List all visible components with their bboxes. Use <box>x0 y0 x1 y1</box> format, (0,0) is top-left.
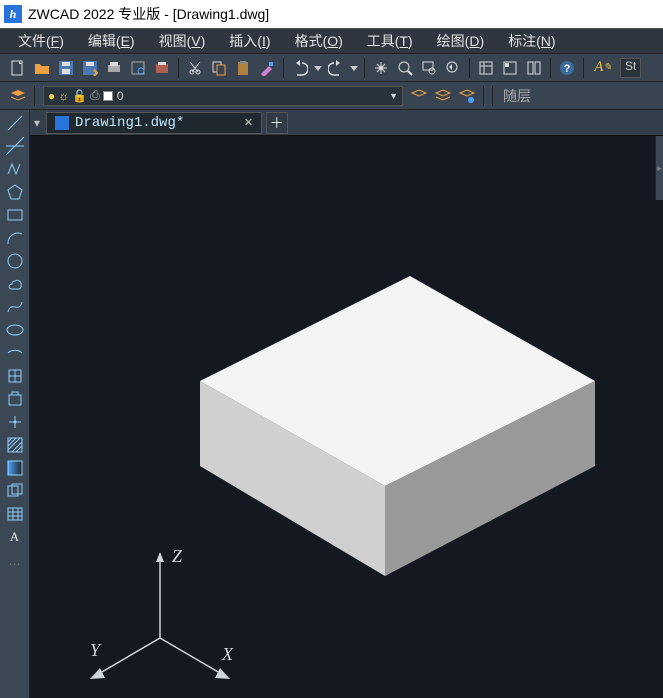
gradient-tool[interactable] <box>3 457 27 479</box>
layer-toolbar: ● ☼ 🔓 ⎙ 0 ▼ 随层 <box>0 82 663 110</box>
lightbulb-icon: ● <box>48 89 55 103</box>
menu-file[interactable]: 文件(F) <box>6 28 76 54</box>
layer-iso-button[interactable] <box>456 85 478 107</box>
menu-format[interactable]: 格式(O) <box>283 28 355 54</box>
axis-z-label: Z <box>172 548 183 566</box>
spline-tool[interactable] <box>3 296 27 318</box>
new-tab-button[interactable]: ＋ <box>266 112 288 134</box>
zoom-realtime-button[interactable] <box>394 57 416 79</box>
paste-button[interactable] <box>232 57 254 79</box>
publish-button[interactable] <box>151 57 173 79</box>
menu-bar: 文件(F) 编辑(E) 视图(V) 插入(I) 格式(O) 工具(T) 绘图(D… <box>0 28 663 54</box>
close-tab-button[interactable]: ✕ <box>244 114 252 131</box>
axis-x-label: X <box>221 644 234 664</box>
toolbar-separator <box>550 58 551 78</box>
toolbar-separator <box>364 58 365 78</box>
help-button[interactable]: ? <box>556 57 578 79</box>
window-titlebar: h ZWCAD 2022 专业版 - [Drawing1.dwg] <box>0 0 663 28</box>
bylayer-label: 随层 <box>503 86 531 106</box>
sun-icon: ☼ <box>58 89 69 103</box>
properties-button[interactable] <box>475 57 497 79</box>
design-center-button[interactable] <box>499 57 521 79</box>
ucs-axes-icon: Z X Y <box>80 548 240 688</box>
zoom-window-button[interactable] <box>418 57 440 79</box>
redo-dropdown-button[interactable] <box>349 57 359 79</box>
menu-dimension[interactable]: 标注(N) <box>496 28 567 54</box>
toolbar-separator <box>469 58 470 78</box>
document-tabbar: ▾ Drawing1.dwg* ✕ ＋ <box>30 110 663 136</box>
plot-preview-button[interactable] <box>127 57 149 79</box>
new-doc-button[interactable] <box>7 57 29 79</box>
window-title: ZWCAD 2022 专业版 - [Drawing1.dwg] <box>28 4 269 24</box>
palette-expand-handle[interactable]: ⋯ <box>3 549 27 579</box>
layer-dropdown[interactable]: ● ☼ 🔓 ⎙ 0 ▼ <box>43 86 403 106</box>
hatch-tool[interactable] <box>3 434 27 456</box>
layer-state-button[interactable] <box>432 85 454 107</box>
ellipse-tool[interactable] <box>3 319 27 341</box>
viewport-expand-handle[interactable]: ▸ <box>655 136 663 200</box>
mtext-tool[interactable]: A <box>3 526 27 548</box>
open-button[interactable] <box>31 57 53 79</box>
revcloud-tool[interactable] <box>3 273 27 295</box>
toolbar-separator <box>583 58 584 78</box>
lock-icon: 🔓 <box>72 89 87 103</box>
app-logo-icon: h <box>4 5 22 23</box>
svg-text:?: ? <box>564 63 571 75</box>
save-button[interactable] <box>55 57 77 79</box>
insert-block-tool[interactable] <box>3 365 27 387</box>
menu-insert[interactable]: 插入(I) <box>217 28 282 54</box>
draw-palette: A ⋯ <box>0 110 30 698</box>
arc-tool[interactable] <box>3 227 27 249</box>
make-block-tool[interactable] <box>3 388 27 410</box>
plot-icon: ⎙ <box>90 88 100 103</box>
layer-manager-button[interactable] <box>7 85 29 107</box>
pan-button[interactable] <box>370 57 392 79</box>
drawing-area: ▾ Drawing1.dwg* ✕ ＋ <box>30 110 663 698</box>
zoom-prev-button[interactable] <box>442 57 464 79</box>
toolbar-separator <box>34 86 35 106</box>
menu-edit[interactable]: 编辑(E) <box>76 28 147 54</box>
menu-draw[interactable]: 绘图(D) <box>425 28 496 54</box>
point-tool[interactable] <box>3 411 27 433</box>
menu-tools[interactable]: 工具(T) <box>355 28 425 54</box>
copy-button[interactable] <box>208 57 230 79</box>
region-tool[interactable] <box>3 480 27 502</box>
dwg-file-icon <box>55 116 69 130</box>
toolbar-separator <box>483 86 484 106</box>
menu-view[interactable]: 视图(V) <box>147 28 218 54</box>
chevron-down-icon: ▼ <box>389 91 398 101</box>
polygon-tool[interactable] <box>3 181 27 203</box>
save-as-button[interactable] <box>79 57 101 79</box>
table-tool[interactable] <box>3 503 27 525</box>
circle-tool[interactable] <box>3 250 27 272</box>
cut-button[interactable] <box>184 57 206 79</box>
rectangle-tool[interactable] <box>3 204 27 226</box>
standard-toolbar: ? A✎ St <box>0 54 663 82</box>
text-style-button[interactable]: A✎ <box>589 57 617 79</box>
color-swatch <box>103 91 113 101</box>
xline-tool[interactable] <box>3 135 27 157</box>
redo-button[interactable] <box>325 57 347 79</box>
toolbar-separator <box>283 58 284 78</box>
undo-button[interactable] <box>289 57 311 79</box>
layer-previous-button[interactable] <box>408 85 430 107</box>
tab-label: Drawing1.dwg* <box>75 115 184 131</box>
ellipse-arc-tool[interactable] <box>3 342 27 364</box>
toolbar-separator <box>178 58 179 78</box>
tab-list-dropdown[interactable]: ▾ <box>34 116 40 130</box>
match-prop-button[interactable] <box>256 57 278 79</box>
undo-dropdown-button[interactable] <box>313 57 323 79</box>
plot-button[interactable] <box>103 57 125 79</box>
line-tool[interactable] <box>3 112 27 134</box>
style-combo[interactable]: St <box>620 58 641 78</box>
axis-y-label: Y <box>90 640 102 660</box>
solid-box-object[interactable] <box>200 256 600 586</box>
tab-drawing1[interactable]: Drawing1.dwg* ✕ <box>46 112 262 134</box>
layer-name: 0 <box>117 89 124 103</box>
toolbar-separator <box>492 86 493 106</box>
tool-palettes-button[interactable] <box>523 57 545 79</box>
model-viewport[interactable]: Z X Y ▸ <box>30 136 663 698</box>
polyline-tool[interactable] <box>3 158 27 180</box>
